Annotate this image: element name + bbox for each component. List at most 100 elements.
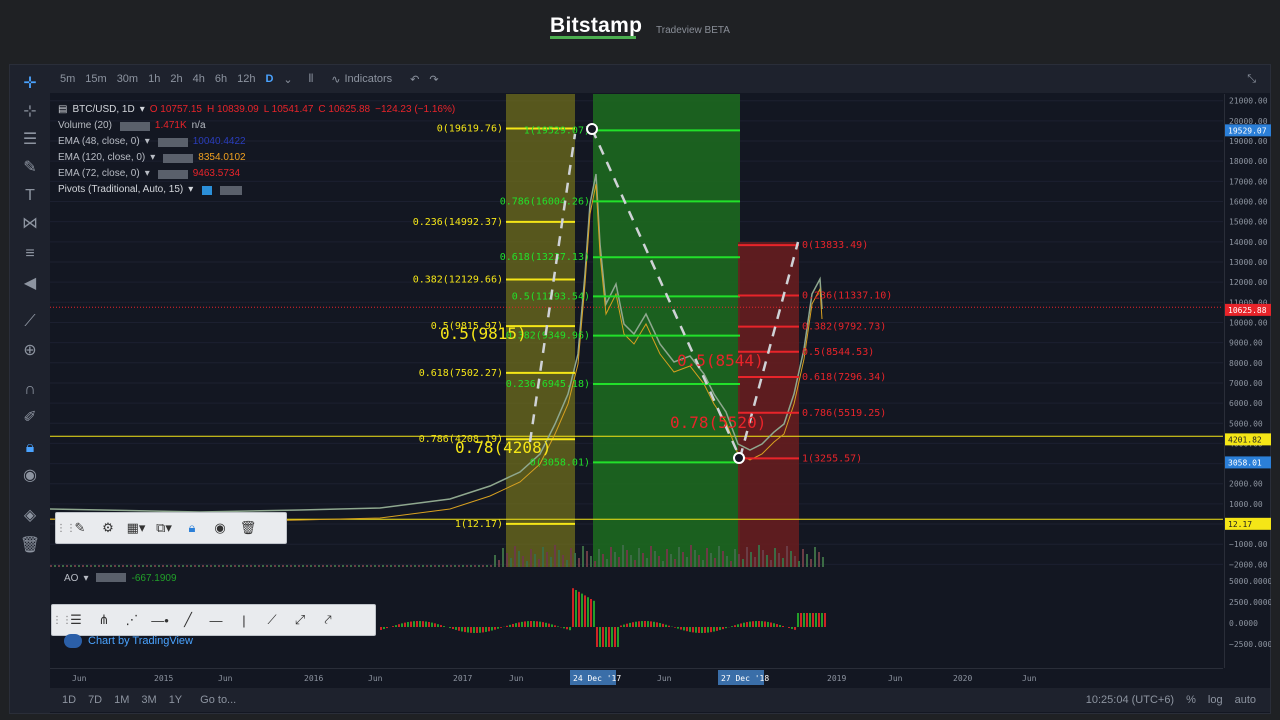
chevron-down-icon[interactable]: ⌄ — [283, 73, 292, 86]
volume-bar — [62, 565, 64, 567]
ao-bar — [605, 627, 607, 647]
volume-bar — [514, 546, 516, 567]
auto-toggle[interactable]: auto — [1235, 694, 1256, 706]
horizontal-ray-icon[interactable]: —• — [146, 606, 174, 634]
ema48-label[interactable]: EMA (48, close, 0) — [58, 134, 140, 150]
tradingview-credit[interactable]: Chart by TradingView — [64, 634, 193, 648]
volume-bar — [566, 560, 568, 567]
pattern-icon[interactable]: ⋈ — [19, 213, 41, 235]
site-header: Bitstamp Tradeview BETA — [0, 0, 1280, 56]
ao-bar — [644, 621, 646, 627]
ema72-label[interactable]: EMA (72, close, 0) — [58, 166, 140, 182]
timeframe-15m[interactable]: 15m — [85, 73, 106, 85]
arrow-left-icon[interactable]: ◀ — [19, 273, 41, 295]
timeframe-4h[interactable]: 4h — [193, 73, 205, 85]
timeframe-2h[interactable]: 2h — [170, 73, 182, 85]
timeframe-1h[interactable]: 1h — [148, 73, 160, 85]
trash-icon[interactable]: 🗑︎ — [19, 535, 41, 557]
ao-bar — [431, 622, 433, 627]
zoom-icon[interactable]: ⊕ — [19, 340, 41, 362]
parallel-channel-icon[interactable]: ☰ — [62, 606, 90, 634]
delete-icon[interactable]: 🗑︎ — [234, 514, 262, 542]
time-scale[interactable]: Jun 2015 Jun 2016 Jun 2017 Jun Jun 2019 Jun 2020 Ju… — [50, 668, 1223, 686]
range-1y[interactable]: 1Y — [169, 694, 182, 706]
ao-bar — [476, 627, 478, 633]
percent-toggle[interactable]: % — [1186, 694, 1196, 706]
timeframe-6h[interactable]: 6h — [215, 73, 227, 85]
range-1d[interactable]: 1D — [62, 694, 76, 706]
grip-icon[interactable]: ⋮⋮ — [56, 523, 76, 534]
template-icon[interactable]: ▦▾ — [122, 514, 150, 542]
ray-icon[interactable]: ⟋ — [258, 606, 286, 634]
layers-icon[interactable]: ◈ — [19, 505, 41, 527]
ao-bar — [656, 622, 658, 627]
fib-red-label-6: 1(3255.57) — [802, 453, 862, 464]
anchor-point-top[interactable] — [586, 123, 598, 135]
line-color-icon[interactable]: ✎ — [66, 514, 94, 542]
timeframe-30m[interactable]: 30m — [117, 73, 138, 85]
volume-bar — [162, 565, 164, 567]
bitstamp-logo[interactable]: Bitstamp — [550, 14, 642, 38]
symbol-label[interactable]: BTC/USD, 1D — [72, 102, 134, 118]
volume-bar — [218, 565, 220, 567]
vertical-line-icon[interactable]: | — [230, 606, 258, 634]
volume-bar — [154, 565, 156, 567]
timeframe-d[interactable]: D — [265, 73, 273, 85]
lock-icon[interactable]: 🔒︎ — [19, 437, 41, 459]
crosshair-icon[interactable]: ✛ — [19, 73, 41, 95]
goto-button[interactable]: Go to... — [200, 694, 236, 706]
timeframe-12h[interactable]: 12h — [237, 73, 255, 85]
pencil-lock-icon[interactable]: ✐ — [19, 407, 41, 429]
volume-bar — [326, 565, 328, 567]
clone-icon[interactable]: ⧉▾ — [150, 514, 178, 542]
redo-icon[interactable]: ↷ — [429, 73, 438, 86]
volume-bar — [106, 565, 108, 567]
price-scale[interactable]: 21000.00 20000.00 19000.00 18000.00 17000.00… — [1224, 94, 1277, 668]
horizontal-lines-icon[interactable]: ☰ — [19, 129, 41, 151]
brush-icon[interactable]: ✎ — [19, 157, 41, 179]
grip-icon[interactable]: ⋮⋮ — [52, 615, 72, 626]
volume-bar — [194, 565, 196, 567]
fib-green-label-1: 0.786(16004.26) — [500, 196, 590, 207]
undo-icon[interactable]: ↶ — [410, 73, 419, 86]
timeframe-5m[interactable]: 5m — [60, 73, 75, 85]
volume-bar — [762, 550, 764, 567]
volume-value: 1.471K — [154, 120, 187, 131]
volume-bar — [290, 565, 292, 567]
fan-icon[interactable]: ⋰ — [118, 606, 146, 634]
settings-icon[interactable]: ⚙ — [94, 514, 122, 542]
range-1m[interactable]: 1M — [114, 694, 129, 706]
indicators-button[interactable]: Indicators — [344, 73, 392, 85]
info-line-icon[interactable]: ⤤ — [314, 606, 342, 634]
fullscreen-icon[interactable]: ⤡ — [1247, 73, 1256, 86]
visibility-icon[interactable]: ◉ — [206, 514, 234, 542]
fib-red-label-0: 0(13833.49) — [802, 240, 868, 251]
log-toggle[interactable]: log — [1208, 694, 1223, 706]
range-3m[interactable]: 3M — [141, 694, 156, 706]
ema120-label[interactable]: EMA (120, close, 0) — [58, 150, 145, 166]
candles-icon[interactable]: ⫴ — [309, 73, 314, 86]
anchor-point-low[interactable] — [733, 452, 745, 464]
lock-toggle-icon[interactable]: 🔒︎ — [178, 514, 206, 542]
eye-icon[interactable]: ◉ — [19, 465, 41, 487]
trend-line-icon[interactable]: ⊹ — [19, 101, 41, 123]
volume-bar — [506, 553, 508, 567]
ao-label[interactable]: AO — [64, 573, 78, 584]
fib-icon[interactable]: ≡ — [19, 243, 41, 265]
volume-bar — [310, 565, 312, 567]
volume-bar — [126, 565, 128, 567]
horizontal-line-icon[interactable]: — — [202, 606, 230, 634]
pitchfork-icon[interactable]: ⋔ — [90, 606, 118, 634]
trend-line-tool-icon[interactable]: ╱ — [174, 606, 202, 634]
ao-bar — [623, 624, 625, 627]
extended-line-icon[interactable]: ⤢ — [286, 606, 314, 634]
volume-indicator-label[interactable]: Volume (20) — [58, 118, 112, 134]
range-7d[interactable]: 7D — [88, 694, 102, 706]
ruler-icon[interactable]: ⟋ — [19, 311, 41, 333]
magnet-icon[interactable]: ∩ — [19, 379, 41, 401]
pivots-label[interactable]: Pivots (Traditional, Auto, 15) — [58, 182, 183, 198]
line-tools-toolbar: ⋮⋮ ☰ ⋔ ⋰ —• ╱ — | ⟋ ⤢ ⤤ — [51, 604, 376, 636]
ao-bar — [638, 621, 640, 627]
text-icon[interactable]: T — [19, 185, 41, 207]
volume-bar — [446, 565, 448, 567]
